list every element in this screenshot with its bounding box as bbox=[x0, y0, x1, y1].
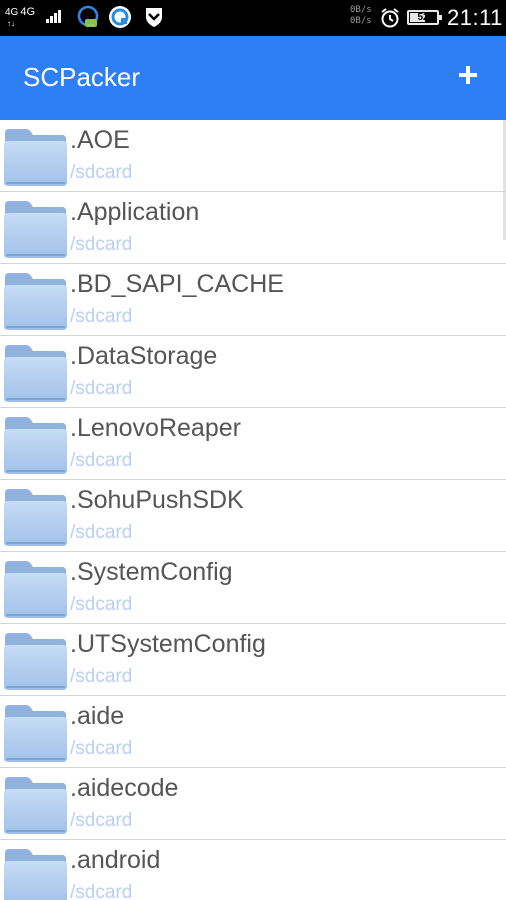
file-list[interactable]: .AOE /sdcard .Application /sdcard .BD_SA… bbox=[0, 120, 506, 900]
folder-path: /sdcard bbox=[70, 162, 133, 183]
signal-icon bbox=[46, 10, 62, 23]
svg-text:…: … bbox=[88, 21, 94, 28]
folder-name: .DataStorage bbox=[70, 342, 218, 370]
battery-level: 52 bbox=[417, 12, 429, 23]
browser-app-icon bbox=[109, 6, 131, 28]
battery-icon: 52 bbox=[407, 10, 442, 25]
folder-name: .android bbox=[70, 846, 161, 874]
list-item[interactable]: .AOE /sdcard bbox=[0, 120, 506, 192]
folder-icon bbox=[4, 777, 67, 834]
folder-icon bbox=[4, 561, 67, 618]
list-item[interactable]: .Application /sdcard bbox=[0, 192, 506, 264]
folder-path: /sdcard bbox=[70, 882, 133, 900]
folder-icon bbox=[4, 201, 67, 258]
folder-name: .LenovoReaper bbox=[70, 414, 241, 442]
folder-name: .SohuPushSDK bbox=[70, 486, 244, 514]
folder-name: .AOE bbox=[70, 126, 130, 154]
folder-name: .BD_SAPI_CACHE bbox=[70, 270, 284, 298]
download-speed: 0B/s bbox=[350, 16, 372, 26]
folder-icon bbox=[4, 705, 67, 762]
folder-name: .aide bbox=[70, 702, 125, 730]
list-item[interactable]: .LenovoReaper /sdcard bbox=[0, 408, 506, 480]
folder-path: /sdcard bbox=[70, 378, 133, 399]
data-arrows-icon: ↑↓ bbox=[7, 19, 15, 28]
folder-name: .aidecode bbox=[70, 774, 179, 802]
network-type-2: 4G bbox=[20, 6, 36, 18]
folder-icon bbox=[4, 273, 67, 330]
list-item[interactable]: .android /sdcard bbox=[0, 840, 506, 900]
chat-app-icon: … bbox=[77, 5, 99, 28]
folder-path: /sdcard bbox=[70, 522, 133, 543]
folder-name: .Application bbox=[70, 198, 200, 226]
shield-app-icon bbox=[146, 8, 162, 27]
app-title: SCPacker bbox=[23, 62, 141, 92]
list-item[interactable]: .SystemConfig /sdcard bbox=[0, 552, 506, 624]
network-indicator: 4G 4G bbox=[5, 7, 35, 18]
folder-icon bbox=[4, 129, 67, 186]
add-button[interactable] bbox=[448, 56, 488, 96]
upload-speed: 0B/s bbox=[350, 5, 372, 15]
alarm-icon bbox=[381, 8, 399, 28]
folder-icon bbox=[4, 417, 67, 474]
list-item[interactable]: .DataStorage /sdcard bbox=[0, 336, 506, 408]
network-type-1: 4G bbox=[5, 7, 19, 18]
list-item[interactable]: .BD_SAPI_CACHE /sdcard bbox=[0, 264, 506, 336]
folder-path: /sdcard bbox=[70, 450, 133, 471]
folder-path: /sdcard bbox=[70, 810, 133, 831]
folder-path: /sdcard bbox=[70, 594, 133, 615]
list-item[interactable]: .SohuPushSDK /sdcard bbox=[0, 480, 506, 552]
folder-path: /sdcard bbox=[70, 234, 133, 255]
network-speed: 0B/s 0B/s bbox=[350, 5, 372, 27]
list-item[interactable]: .aide /sdcard bbox=[0, 696, 506, 768]
folder-name: .UTSystemConfig bbox=[70, 630, 266, 658]
folder-icon bbox=[4, 345, 67, 402]
folder-icon bbox=[4, 849, 67, 900]
folder-path: /sdcard bbox=[70, 738, 133, 759]
folder-name: .SystemConfig bbox=[70, 558, 233, 586]
list-item[interactable]: .aidecode /sdcard bbox=[0, 768, 506, 840]
list-item[interactable]: .UTSystemConfig /sdcard bbox=[0, 624, 506, 696]
status-bar: 4G 4G ↑↓ … 0B/s 0B/s 52 21:11 bbox=[0, 0, 506, 36]
action-bar: SCPacker bbox=[0, 36, 506, 120]
clock: 21:11 bbox=[447, 5, 503, 30]
plus-icon bbox=[459, 66, 477, 84]
folder-icon bbox=[4, 633, 67, 690]
folder-path: /sdcard bbox=[70, 306, 133, 327]
folder-path: /sdcard bbox=[70, 666, 133, 687]
folder-icon bbox=[4, 489, 67, 546]
